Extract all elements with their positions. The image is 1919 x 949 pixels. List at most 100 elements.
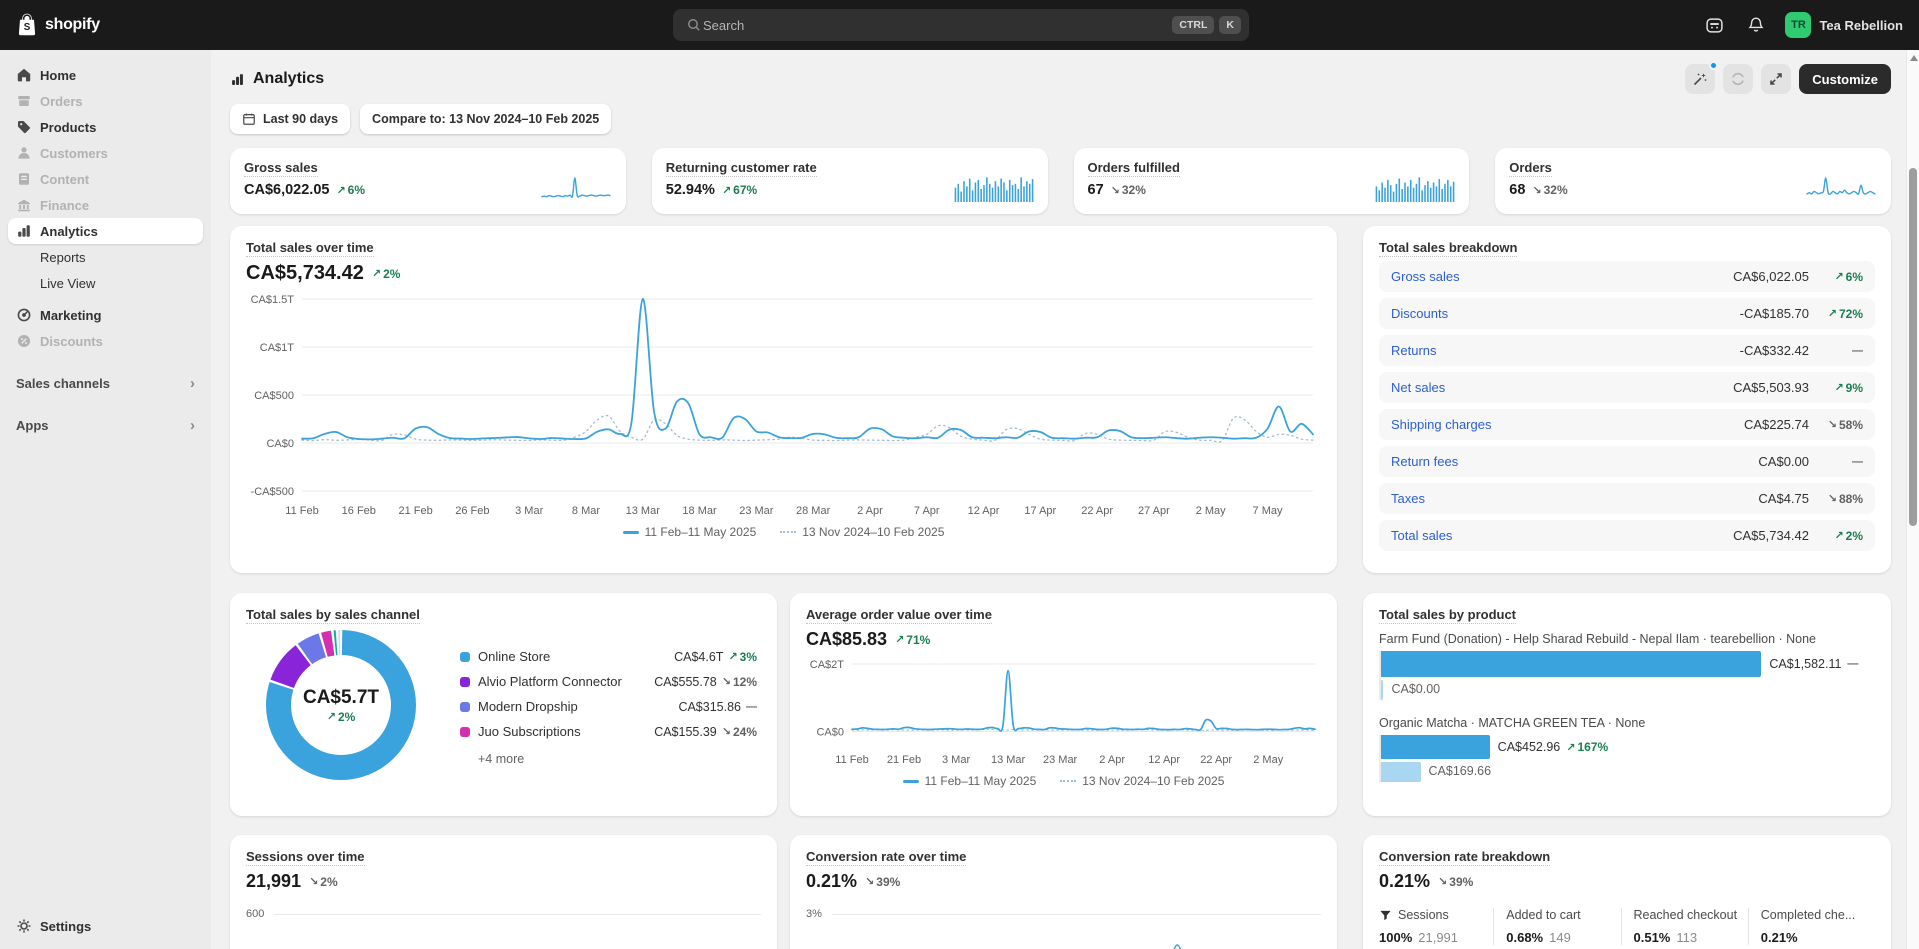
orders-icon [16,93,32,109]
card-title[interactable]: Total sales by product [1379,607,1875,622]
refresh-button[interactable] [1723,64,1753,94]
sidebar-item-marketing[interactable]: Marketing [8,302,203,328]
tag-icon [16,119,32,135]
metric-title[interactable]: Returning customer rate [666,160,1034,175]
row-link[interactable]: Net sales [1391,380,1445,395]
sidebar-item-orders[interactable]: Orders [8,88,203,114]
orders-fulfilled-card: Orders fulfilled 67↘32% [1074,148,1470,214]
chart-legend: 11 Feb–11 May 2025 13 Nov 2024–10 Feb 20… [246,525,1321,539]
metric-change: ↗67% [722,183,757,197]
sidebar-item-products[interactable]: Products [8,114,203,140]
chevron-right-icon: › [190,376,195,391]
metric-cards-row: Gross sales CA$6,022.05↗6% Returning cus… [230,148,1891,214]
channel-link[interactable]: Alvio Platform Connector [478,674,622,689]
svg-text:CA$1T: CA$1T [260,342,295,354]
swatch [460,727,470,737]
sidebar-section-apps[interactable]: Apps › [8,412,203,438]
svg-text:13 Mar: 13 Mar [991,754,1026,766]
sidebar-item-live-view[interactable]: Live View [8,270,203,296]
row-link[interactable]: Discounts [1391,306,1448,321]
card-title[interactable]: Total sales breakdown [1379,240,1875,255]
card-title[interactable]: Total sales over time [246,240,1321,255]
svg-text:7 May: 7 May [1253,505,1283,517]
conversion-value: 0.21% [806,871,857,892]
card-title[interactable]: Conversion rate over time [806,849,1321,864]
card-title[interactable]: Total sales by sales channel [246,607,761,622]
sidebar-item-settings[interactable]: Settings [8,913,203,939]
page-scrollbar[interactable] [1906,50,1919,949]
channel-link[interactable]: Online Store [478,649,550,664]
product-bar-current [1381,651,1761,677]
row-link[interactable]: Return fees [1391,454,1458,469]
notifications-bell-icon[interactable] [1743,12,1769,38]
y-axis-label: 3% [806,908,822,920]
channel-link[interactable]: Juo Subscriptions [478,724,581,739]
product-name: Farm Fund (Donation) - Help Sharad Rebui… [1379,632,1875,646]
more-channels-link[interactable]: +4 more [478,752,757,766]
row-link[interactable]: Returns [1391,343,1437,358]
svg-text:11 Feb: 11 Feb [285,505,318,517]
analytics-bars-icon [230,72,245,87]
row-link[interactable]: Shipping charges [1391,417,1491,432]
y-axis-label: 600 [246,908,264,920]
sidebar-item-finance[interactable]: Finance [8,192,203,218]
card-title[interactable]: Sessions over time [246,849,761,864]
legend-item: Juo SubscriptionsCA$155.39↘24% [460,719,757,744]
bank-icon [16,197,32,213]
metric-title[interactable]: Orders fulfilled [1088,160,1456,175]
svg-text:12 Apr: 12 Apr [1148,754,1180,766]
compare-range-button[interactable]: Compare to: 13 Nov 2024–10 Feb 2025 [360,104,611,134]
scrollbar-thumb[interactable] [1909,168,1917,526]
legend-item: Online StoreCA$4.6T↗3% [460,644,757,669]
customers-icon [16,145,32,161]
aov-line-chart: CA$2TCA$011 Feb21 Feb3 Mar13 Mar23 Mar2 … [806,654,1321,766]
search-input[interactable] [703,18,1167,33]
global-search[interactable]: CTRL K [673,9,1249,41]
card-title[interactable]: Average order value over time [806,607,1321,622]
calendar-icon [242,112,256,126]
gross-sales-card: Gross sales CA$6,022.05↗6% [230,148,626,214]
shopify-logo[interactable]: S shopify [16,13,100,37]
analytics-bars-icon [16,223,32,239]
donut-center: CA$5.7T ↗2% [266,630,416,780]
funnel-step: Reached checkout 0.51%113 [1621,908,1748,945]
channel-link[interactable]: Modern Dropship [478,699,578,714]
metric-title[interactable]: Gross sales [244,160,612,175]
sparkline-chart [1375,174,1455,202]
main-content: Analytics Customize Last 90 days [211,50,1919,949]
card-title[interactable]: Conversion rate breakdown [1379,849,1875,864]
conversion-line-chart [806,922,1321,949]
legend-compare-swatch [780,531,796,533]
total-sales-breakdown-card: Total sales breakdown Gross salesCA$6,02… [1363,226,1891,573]
row-link[interactable]: Total sales [1391,528,1452,543]
metric-change: ↘32% [1532,183,1567,197]
discount-icon [16,333,32,349]
sidebar-item-discounts[interactable]: Discounts [8,328,203,354]
notification-dot [1709,61,1718,70]
scroll-up-arrow-icon[interactable] [1910,55,1918,61]
sidekick-icon[interactable] [1701,12,1727,38]
magic-wand-button[interactable] [1685,64,1715,94]
fullscreen-button[interactable] [1761,64,1791,94]
sessions-value: 21,991 [246,871,301,892]
metric-title[interactable]: Orders [1509,160,1877,175]
svg-text:21 Feb: 21 Feb [398,505,432,517]
sidebar-item-content[interactable]: Content [8,166,203,192]
legend-current-swatch [903,780,919,783]
sidebar-item-analytics[interactable]: Analytics [8,218,203,244]
row-link[interactable]: Gross sales [1391,269,1460,284]
sidebar-item-home[interactable]: Home [8,62,203,88]
svg-text:28 Mar: 28 Mar [796,505,831,517]
customize-button[interactable]: Customize [1799,64,1891,94]
user-menu[interactable]: TR Tea Rebellion [1785,12,1903,38]
sidebar-item-reports[interactable]: Reports [8,244,203,270]
row-link[interactable]: Taxes [1391,491,1425,506]
sidebar-item-customers[interactable]: Customers [8,140,203,166]
metric-value: CA$6,022.05 [244,182,329,198]
svg-text:22 Apr: 22 Apr [1200,754,1232,766]
sidebar-section-sales-channels[interactable]: Sales channels › [8,370,203,396]
date-range-button[interactable]: Last 90 days [230,104,350,134]
sidebar: Home Orders Products Customers Content F… [0,50,211,949]
legend-item: Modern DropshipCA$315.86— [460,694,757,719]
product-bar-current [1381,735,1490,759]
